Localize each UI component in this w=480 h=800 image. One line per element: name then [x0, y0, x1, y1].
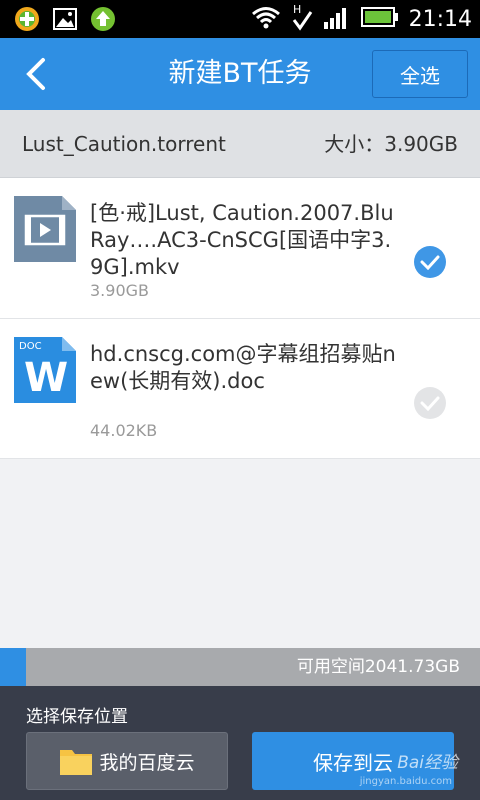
- status-right-icons: H 21:14: [251, 2, 472, 36]
- word-doc-icon: DOC W: [14, 337, 76, 403]
- chevron-left-icon: [26, 58, 45, 90]
- status-bar: H 21:14: [0, 0, 480, 38]
- file-list: [色·戒]Lust, Caution.2007.BluRay….AC3-CnSC…: [0, 178, 480, 459]
- file-size: 44.02KB: [90, 421, 158, 440]
- storage-used-fill: [0, 648, 27, 686]
- status-time: 21:14: [408, 6, 472, 32]
- app-bar: 新建BT任务 全选: [0, 38, 480, 110]
- list-item[interactable]: [色·戒]Lust, Caution.2007.BluRay….AC3-CnSC…: [0, 178, 480, 319]
- h-check-icon: H: [291, 2, 313, 36]
- save-location-label: 选择保存位置: [26, 707, 128, 727]
- location-button[interactable]: 我的百度云: [26, 732, 228, 790]
- storage-bar: 可用空间2041.73GB: [0, 648, 480, 686]
- status-left-icons: [14, 6, 116, 32]
- folder-icon: [60, 750, 93, 775]
- doc-icon-letter: W: [24, 355, 68, 401]
- check-icon: [420, 396, 440, 411]
- gallery-icon: [52, 6, 78, 32]
- back-button[interactable]: [14, 52, 58, 96]
- check-icon: [420, 255, 440, 270]
- torrent-info-bar: Lust_Caution.torrent 大小：3.90GB: [0, 110, 480, 178]
- video-file-icon: [14, 196, 76, 262]
- doc-icon-label: DOC: [19, 341, 42, 352]
- torrent-name: Lust_Caution.torrent: [22, 132, 226, 156]
- app-360-icon: [14, 6, 40, 32]
- storage-available: 可用空间2041.73GB: [296, 657, 460, 677]
- save-location-panel: 选择保存位置 我的百度云 保存到云 Bai经验 jingyan.baidu.co…: [0, 686, 480, 800]
- file-checkbox[interactable]: [414, 246, 446, 278]
- list-item[interactable]: DOC W hd.cnscg.com@字幕组招募贴new(长期有效).doc 4…: [0, 319, 480, 459]
- save-to-cloud-button[interactable]: 保存到云: [252, 732, 454, 790]
- location-button-label: 我的百度云: [99, 751, 195, 774]
- wifi-icon: [251, 5, 281, 33]
- file-name: hd.cnscg.com@字幕组招募贴new(长期有效).doc: [90, 342, 396, 393]
- torrent-size: 大小：3.90GB: [324, 132, 458, 156]
- select-all-button[interactable]: 全选: [372, 50, 468, 98]
- battery-icon: [360, 6, 399, 32]
- upload-arrow-icon: [90, 6, 116, 32]
- file-checkbox[interactable]: [414, 387, 446, 419]
- svg-text:H: H: [293, 3, 301, 16]
- signal-icon: [323, 4, 351, 34]
- file-name: [色·戒]Lust, Caution.2007.BluRay….AC3-CnSC…: [90, 201, 394, 279]
- file-size: 3.90GB: [90, 281, 149, 300]
